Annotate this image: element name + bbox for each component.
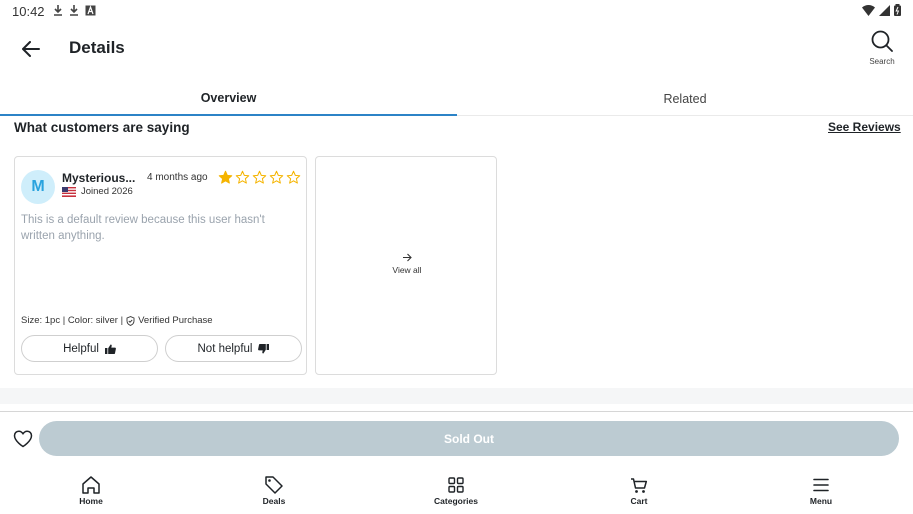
thumbs-down-icon	[258, 343, 270, 353]
see-reviews-link[interactable]: See Reviews	[828, 120, 901, 134]
star-empty-icon	[269, 170, 284, 184]
battery-icon	[894, 4, 901, 16]
section-separator	[0, 388, 913, 404]
view-all-card[interactable]: View all	[315, 156, 497, 375]
tab-overview[interactable]: Overview	[0, 82, 457, 116]
search-label: Search	[869, 57, 895, 66]
menu-icon	[813, 478, 829, 492]
star-filled-icon	[218, 170, 233, 184]
nav-deals[interactable]: Deals	[234, 475, 314, 506]
favorite-button[interactable]	[12, 428, 34, 450]
tab-related[interactable]: Related	[457, 82, 913, 116]
sold-out-button: Sold Out	[39, 421, 899, 456]
signal-icon	[879, 4, 890, 16]
nav-menu-label: Menu	[809, 496, 833, 506]
helpful-button[interactable]: Helpful	[21, 335, 158, 362]
view-all-content: View all	[316, 253, 498, 275]
star-empty-icon	[286, 170, 301, 184]
shield-check-icon	[126, 315, 135, 326]
nav-deals-label: Deals	[262, 496, 286, 506]
status-system-icons	[862, 4, 901, 16]
heart-icon	[13, 430, 33, 448]
status-bar: 10:42	[0, 0, 913, 22]
star-empty-icon	[235, 170, 250, 184]
review-text: This is a default review because this us…	[21, 214, 265, 242]
status-notification-icons	[53, 4, 96, 16]
status-time: 10:42	[12, 4, 45, 19]
arrow-right-icon	[403, 253, 412, 262]
star-empty-icon	[252, 170, 267, 184]
page-title: Details	[69, 38, 125, 57]
not-helpful-button[interactable]: Not helpful	[165, 335, 302, 362]
grid-icon	[448, 477, 464, 493]
reviews-section-title: What customers are saying	[14, 120, 190, 135]
font-a-icon	[85, 4, 96, 15]
us-flag-icon	[62, 187, 76, 197]
nav-cart-label: Cart	[630, 496, 648, 506]
view-all-label: View all	[392, 265, 422, 275]
star-rating	[218, 170, 301, 185]
download-icon	[70, 5, 78, 16]
back-button[interactable]	[18, 36, 44, 62]
tag-icon	[265, 476, 283, 494]
nav-menu[interactable]: Menu	[781, 475, 861, 506]
action-bar-divider	[0, 411, 913, 412]
reviewer-name: Mysterious...	[62, 171, 136, 185]
helpful-label: Helpful	[63, 342, 99, 355]
wifi-icon	[862, 4, 875, 16]
home-icon	[82, 476, 100, 494]
size-color-text: Size: 1pc | Color: silver |	[21, 315, 124, 326]
nav-cart[interactable]: Cart	[599, 475, 679, 506]
download-icon	[54, 5, 62, 16]
not-helpful-label: Not helpful	[197, 342, 253, 355]
nav-categories-label: Categories	[434, 496, 478, 506]
joined-date: Joined 2026	[81, 186, 133, 197]
nav-home[interactable]: Home	[51, 475, 131, 506]
nav-home-label: Home	[79, 496, 103, 506]
review-card: M Mysterious... 4 months ago Joined 2026…	[14, 156, 307, 375]
review-time: 4 months ago	[147, 172, 208, 183]
arrow-left-icon	[22, 41, 40, 57]
thumbs-up-icon	[104, 344, 116, 354]
verified-purchase-text: Verified Purchase	[138, 315, 213, 326]
avatar: M	[21, 170, 55, 204]
search-icon	[871, 30, 893, 52]
cart-icon	[631, 478, 648, 493]
tab-divider	[457, 115, 913, 116]
review-meta: Size: 1pc | Color: silver | Verified Pur…	[21, 315, 213, 326]
nav-categories[interactable]: Categories	[416, 475, 496, 506]
search-button[interactable]: Search	[862, 30, 902, 66]
